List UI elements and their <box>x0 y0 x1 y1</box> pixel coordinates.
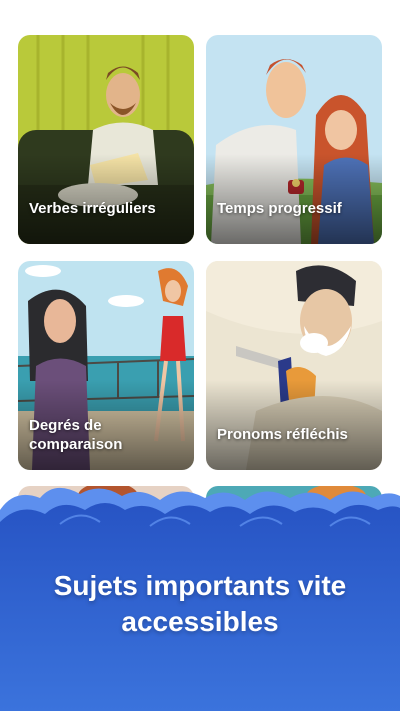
banner-title-line1: Sujets importants vite <box>53 570 347 601</box>
topic-card-label: Pronoms réfléchis <box>217 426 348 443</box>
topic-card-reflexive-pronouns[interactable]: Pronoms réfléchis <box>206 261 382 470</box>
topic-card-progressive-tense[interactable]: Temps progressif <box>206 35 382 244</box>
topic-card-irregular-verbs[interactable]: Verbes irréguliers <box>18 35 194 244</box>
promo-banner: Sujets importants vite accessibles <box>0 480 400 711</box>
topic-card-label: Degrés de comparaison <box>29 417 123 453</box>
banner-title-line2: accessibles <box>121 606 279 637</box>
topic-card-comparison-degrees[interactable]: Degrés de comparaison <box>18 261 194 470</box>
banner-title: Sujets importants vite accessibles <box>0 568 400 640</box>
topic-card-label: Temps progressif <box>217 200 342 217</box>
topic-card-label: Verbes irréguliers <box>29 200 156 217</box>
